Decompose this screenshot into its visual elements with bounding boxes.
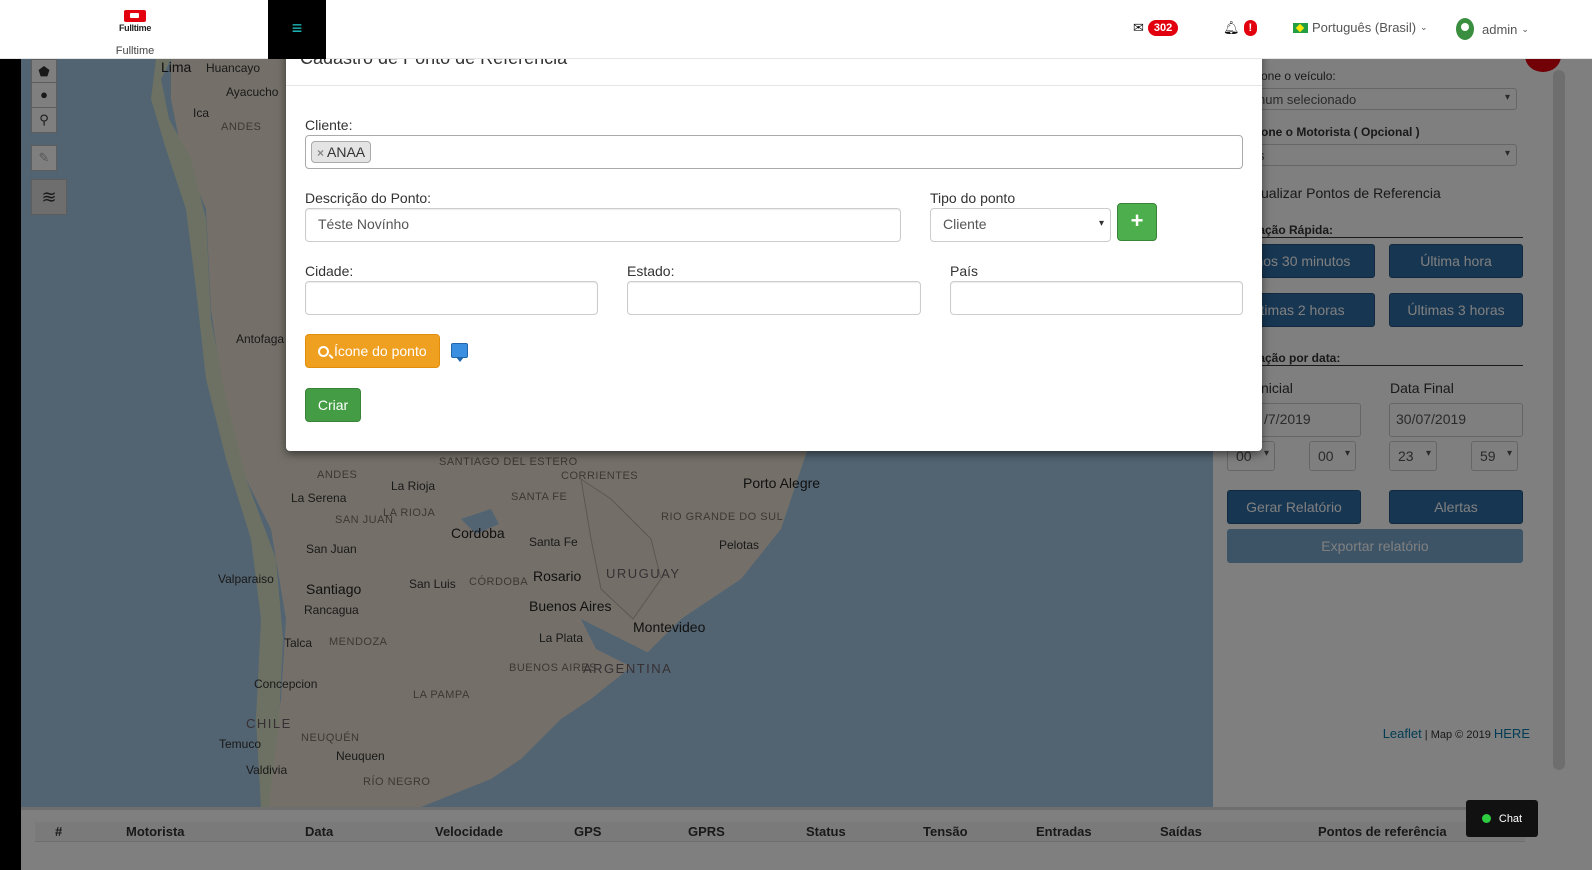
logo-text: Fulltime — [118, 23, 152, 33]
country-input[interactable] — [950, 281, 1243, 315]
brand-logo[interactable]: Fulltime Fulltime — [98, 10, 172, 57]
notifications-badge: ! — [1243, 20, 1258, 36]
client-tag-label: ANAA — [327, 144, 366, 160]
messages-badge: 302 — [1147, 20, 1179, 36]
reference-point-modal: Cadastro de Ponto de Referencia Cliente:… — [286, 30, 1262, 451]
chevron-down-icon: ▾ — [1098, 218, 1104, 229]
language-dropdown[interactable]: Português (Brasil) ⌄ — [1293, 20, 1428, 35]
bell-icon: 🔔︎ — [1223, 20, 1240, 35]
brand-name: Fulltime — [115, 45, 155, 57]
point-icon-button-label: Ícone do ponto — [334, 343, 427, 359]
user-dropdown[interactable]: admin ⌄ — [1456, 18, 1529, 40]
point-type-value: Cliente — [943, 216, 987, 232]
user-name: admin — [1482, 21, 1518, 37]
create-button[interactable]: Criar — [305, 388, 361, 422]
client-multiselect[interactable]: × ANAA — [305, 135, 1243, 169]
top-navbar: Fulltime Fulltime ≡ ✉ 302 🔔︎ ! Português… — [0, 0, 1592, 59]
notifications-nav[interactable]: 🔔︎ ! — [1223, 20, 1258, 36]
messages-nav[interactable]: ✉ 302 — [1133, 20, 1179, 36]
selected-point-marker-icon — [451, 343, 468, 362]
state-input[interactable] — [627, 281, 921, 315]
point-type-label: Tipo do ponto — [930, 190, 1016, 206]
country-label: País — [950, 263, 979, 279]
hamburger-icon: ≡ — [291, 18, 303, 38]
brazil-flag-icon — [1293, 22, 1308, 33]
city-label: Cidade: — [305, 263, 354, 279]
envelope-icon: ✉ — [1133, 20, 1144, 35]
chevron-down-icon: ⌄ — [1521, 23, 1529, 34]
state-label: Estado: — [627, 263, 675, 279]
remove-tag-icon[interactable]: × — [317, 146, 324, 160]
point-type-select[interactable]: Cliente ▾ — [930, 208, 1111, 242]
plus-icon: + — [1130, 208, 1144, 233]
client-label: Cliente: — [305, 117, 353, 133]
client-tag: × ANAA — [311, 141, 372, 163]
chat-widget-button[interactable]: Chat — [1466, 800, 1538, 837]
language-label: Português (Brasil) — [1312, 20, 1417, 35]
search-icon — [318, 346, 329, 357]
online-status-icon — [1481, 814, 1491, 823]
menu-toggle-button[interactable]: ≡ — [268, 0, 326, 59]
user-avatar-icon — [1456, 18, 1474, 40]
city-input[interactable] — [305, 281, 598, 315]
chat-label: Chat — [1498, 812, 1523, 825]
chevron-down-icon: ⌄ — [1420, 22, 1428, 32]
add-point-type-button[interactable]: + — [1117, 203, 1157, 241]
point-icon-button[interactable]: Ícone do ponto — [305, 334, 440, 368]
description-label: Descrição do Ponto: — [305, 190, 432, 206]
fulltime-logo-icon — [124, 10, 146, 22]
description-input[interactable]: Téste Novínho — [305, 208, 901, 242]
